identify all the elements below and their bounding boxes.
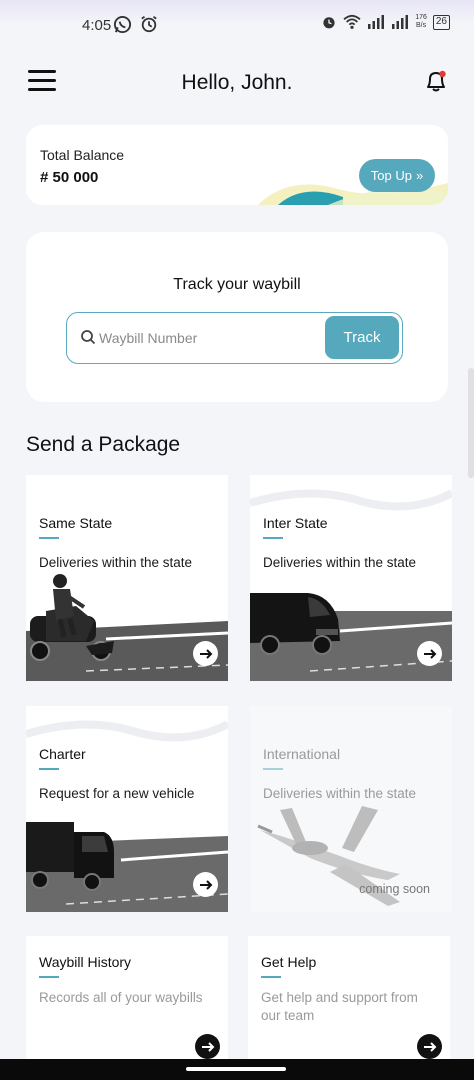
arrow-right-icon	[201, 1041, 214, 1052]
track-title: Track your waybill	[173, 276, 301, 293]
balance-value: # 50 000	[40, 169, 99, 186]
same-state-card[interactable]: Same State Deliveries within the state	[26, 475, 228, 681]
app-header: Hello, John.	[0, 60, 474, 106]
van-icon	[250, 593, 452, 681]
inter-state-card[interactable]: Inter State Deliveries within the state	[250, 475, 452, 681]
alarm-filled-icon	[323, 17, 335, 29]
balance-card: Total Balance # 50 000 Top Up »	[26, 125, 448, 205]
waybill-search-field: Track	[66, 312, 403, 364]
signal-icon	[368, 15, 385, 29]
waybill-history-card[interactable]: Waybill History Records all of your wayb…	[26, 936, 228, 1059]
search-icon	[81, 330, 96, 345]
card-description: Deliveries within the state	[263, 555, 417, 570]
topup-button[interactable]: Top Up »	[359, 159, 435, 192]
inter-state-arrow-button[interactable]	[417, 641, 442, 666]
card-title: International	[263, 746, 341, 762]
net-speed: 176 B/s	[415, 14, 427, 29]
signal-2-icon	[392, 15, 409, 29]
card-description: Deliveries within the state	[263, 786, 417, 801]
card-title: Same State	[39, 515, 113, 531]
title-underline	[263, 768, 283, 770]
get-help-card[interactable]: Get Help Get help and support from our t…	[248, 936, 450, 1059]
card-title: Waybill History	[39, 954, 132, 970]
greeting-title: Hello, John.	[181, 71, 293, 94]
arrow-right-icon	[423, 648, 436, 659]
title-underline	[39, 537, 59, 539]
card-title: Inter State	[263, 515, 328, 531]
alarm-icon	[141, 16, 157, 33]
status-bar: 4:05 176 B/s 26	[0, 0, 474, 50]
battery-icon: 26	[432, 14, 450, 30]
card-wave-decoration	[250, 489, 452, 511]
title-underline	[39, 976, 59, 978]
notification-bell-icon[interactable]	[421, 66, 451, 96]
card-title: Get Help	[261, 954, 317, 970]
card-wave-decoration	[26, 720, 228, 742]
topup-label: Top Up	[370, 168, 412, 183]
title-underline	[263, 537, 283, 539]
card-description: Get help and support from our team	[261, 990, 418, 1023]
balance-label: Total Balance	[40, 147, 125, 163]
track-button[interactable]: Track	[325, 316, 399, 359]
same-state-arrow-button[interactable]	[193, 641, 218, 666]
international-card: International Deliveries within the stat…	[250, 706, 452, 912]
truck-icon	[26, 822, 228, 912]
whatsapp-icon	[113, 15, 132, 34]
motorbike-rider-icon	[26, 574, 228, 681]
double-chevron-right-icon: »	[415, 168, 424, 183]
coming-soon-badge: coming soon	[359, 882, 430, 896]
track-waybill-card: Track your waybill Track	[26, 232, 448, 402]
status-right: 176 B/s 26	[321, 14, 450, 30]
waybill-number-input[interactable]	[99, 326, 319, 350]
card-title: Charter	[39, 746, 86, 762]
wifi-icon	[343, 14, 361, 29]
charter-arrow-button[interactable]	[193, 872, 218, 897]
charter-card[interactable]: Charter Request for a new vehicle	[26, 706, 228, 912]
arrow-right-icon	[423, 1041, 436, 1052]
card-description: Request for a new vehicle	[39, 786, 195, 801]
title-underline	[39, 768, 59, 770]
send-package-title: Send a Package	[26, 433, 181, 456]
status-time: 4:05	[82, 17, 112, 34]
arrow-right-icon	[199, 879, 212, 890]
edge-panel-handle[interactable]	[468, 368, 474, 478]
get-help-arrow-button[interactable]	[417, 1034, 442, 1059]
notification-dot	[439, 70, 446, 78]
card-description: Deliveries within the state	[39, 555, 193, 570]
arrow-right-icon	[199, 648, 212, 659]
card-description: Records all of your waybills	[39, 990, 203, 1005]
system-nav-bar	[0, 1059, 474, 1080]
title-underline	[261, 976, 281, 978]
home-gesture-handle[interactable]	[186, 1067, 286, 1071]
waybill-history-arrow-button[interactable]	[195, 1034, 220, 1059]
